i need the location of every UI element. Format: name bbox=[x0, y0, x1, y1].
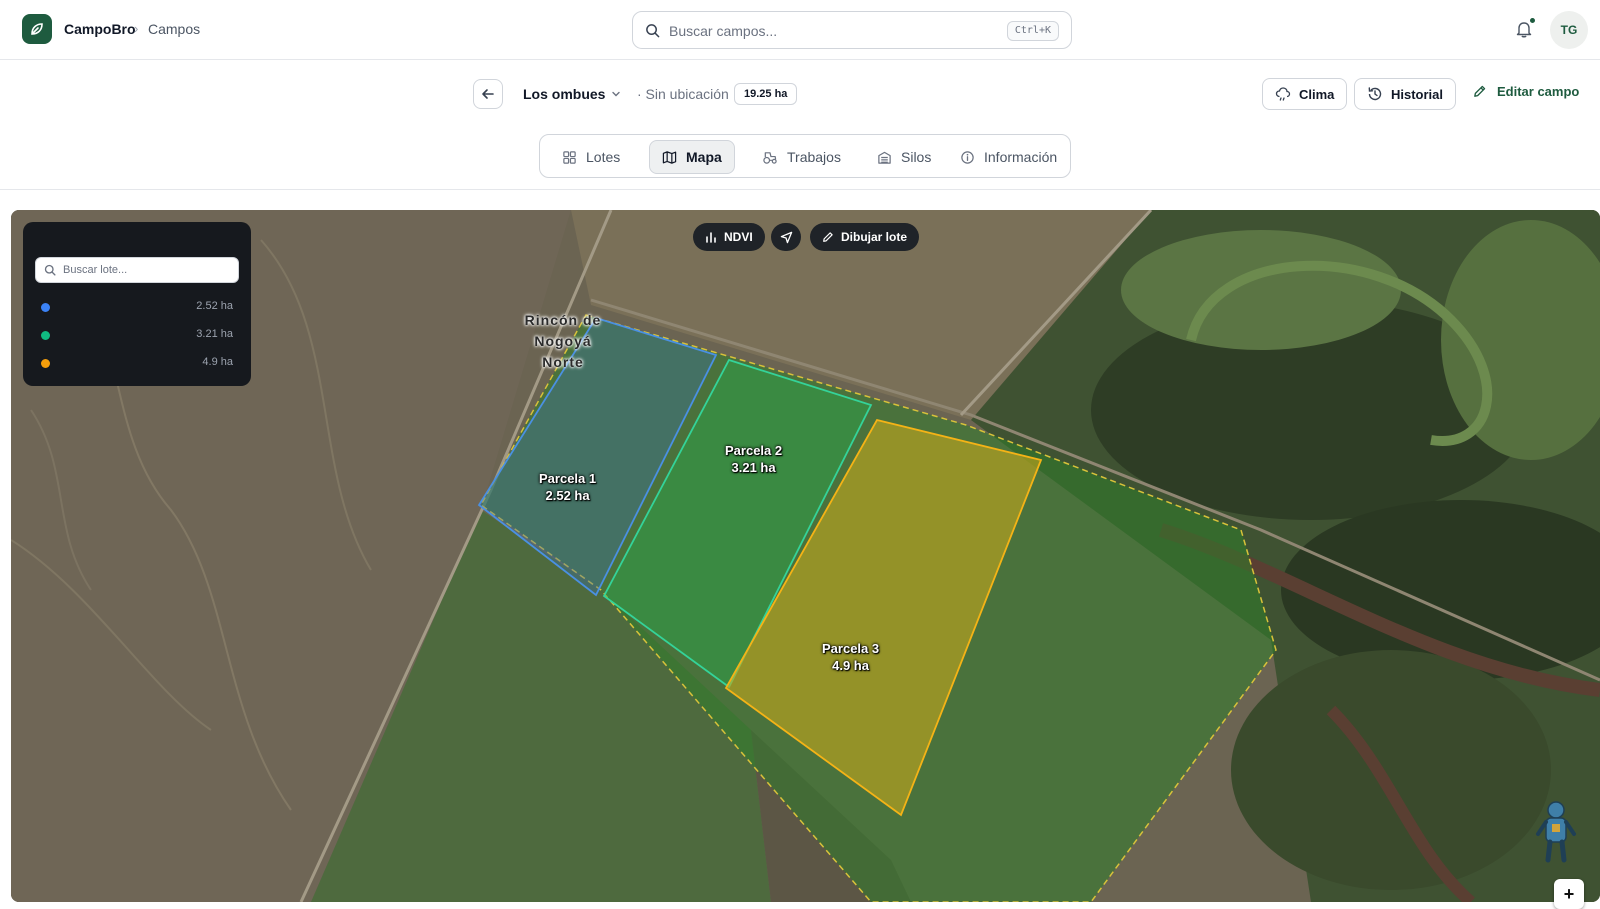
tractor-icon bbox=[763, 151, 777, 164]
tab-label: Información bbox=[984, 149, 1058, 165]
lot-search-input[interactable]: Buscar lote... bbox=[63, 264, 127, 276]
plot-area: 3.21 ha bbox=[731, 460, 776, 475]
lot-list-item[interactable]: 2.52 ha bbox=[41, 298, 233, 316]
history-label: Historial bbox=[1391, 86, 1444, 102]
lot-panel: Buscar lote... 2.52 ha 3.21 ha 4.9 ha bbox=[23, 222, 251, 386]
history-icon bbox=[1368, 87, 1382, 101]
zoom-in-button[interactable]: + bbox=[1554, 879, 1584, 909]
chevron-down-icon bbox=[612, 91, 621, 97]
draw-lot-button[interactable]: Dibujar lote bbox=[810, 223, 920, 251]
edit-field-button[interactable]: Editar campo bbox=[1472, 84, 1579, 99]
lot-area: 4.9 ha bbox=[202, 356, 233, 368]
lot-area: 2.52 ha bbox=[196, 300, 233, 312]
search-icon bbox=[44, 264, 56, 276]
tab-informacion[interactable]: Información bbox=[948, 140, 1069, 174]
lot-color-dot bbox=[41, 359, 50, 368]
info-icon bbox=[961, 150, 974, 164]
plot-name: Parcela 1 bbox=[539, 471, 597, 486]
grid-icon bbox=[563, 150, 576, 164]
edit-field-label: Editar campo bbox=[1497, 84, 1580, 99]
pegman-icon[interactable] bbox=[1532, 798, 1580, 866]
place-label: Rincón de Nogoyá Norte bbox=[524, 312, 602, 370]
plot-name: Parcela 3 bbox=[822, 641, 880, 656]
tab-silos[interactable]: Silos bbox=[865, 140, 943, 174]
arrow-left-icon bbox=[482, 89, 494, 99]
field-name: Los ombues bbox=[523, 86, 606, 102]
plot-label-2[interactable]: Parcela 2 3.21 ha bbox=[725, 442, 782, 476]
cloud-rain-icon bbox=[1275, 87, 1291, 101]
weather-button[interactable]: Clima bbox=[1262, 78, 1348, 110]
plot-name: Parcela 2 bbox=[725, 443, 783, 458]
tab-label: Silos bbox=[901, 149, 932, 165]
notification-dot bbox=[1529, 17, 1536, 24]
tab-label: Lotes bbox=[586, 149, 621, 165]
map-icon bbox=[662, 150, 677, 164]
header-divider bbox=[0, 189, 1600, 190]
weather-label: Clima bbox=[1299, 86, 1335, 102]
search-input[interactable]: Buscar campos... bbox=[669, 23, 777, 39]
lot-area: 3.21 ha bbox=[196, 328, 233, 340]
top-bar: CampoBro › Campos Buscar campos... Ctrl+… bbox=[0, 0, 1600, 60]
search-field[interactable]: Buscar campos... Ctrl+K bbox=[632, 11, 1072, 49]
pencil-icon bbox=[823, 232, 833, 242]
leaf-icon[interactable] bbox=[22, 14, 52, 44]
lot-list-item[interactable]: 4.9 ha bbox=[41, 354, 233, 372]
plot-area: 2.52 ha bbox=[545, 488, 590, 503]
ndvi-label: NDVI bbox=[724, 230, 753, 244]
breadcrumb[interactable]: Campos bbox=[148, 21, 200, 37]
pencil-icon bbox=[1474, 85, 1486, 97]
brand-name[interactable]: CampoBro bbox=[64, 21, 136, 37]
locate-button[interactable] bbox=[771, 223, 801, 251]
navigation-icon bbox=[780, 231, 792, 243]
view-tabs: Lotes Mapa Trabajos Silos Información bbox=[539, 134, 1071, 178]
bar-chart-icon bbox=[706, 232, 716, 243]
lot-color-dot bbox=[41, 331, 50, 340]
tab-label: Trabajos bbox=[787, 149, 841, 165]
breadcrumb-separator: › bbox=[134, 21, 139, 36]
lot-search-field[interactable]: Buscar lote... bbox=[35, 257, 239, 283]
tab-lotes[interactable]: Lotes bbox=[550, 140, 632, 174]
field-area-badge: 19.25 ha bbox=[734, 83, 798, 105]
search-icon bbox=[646, 24, 660, 38]
back-button[interactable] bbox=[473, 79, 503, 109]
plot-area: 4.9 ha bbox=[832, 658, 869, 673]
tab-mapa[interactable]: Mapa bbox=[649, 140, 735, 174]
shortcut-badge: Ctrl+K bbox=[1006, 21, 1059, 41]
plot-label-3[interactable]: Parcela 3 4.9 ha bbox=[822, 640, 879, 674]
lot-color-dot bbox=[41, 303, 50, 312]
field-location: · Sin ubicación bbox=[637, 86, 729, 102]
draw-lot-label: Dibujar lote bbox=[841, 230, 908, 244]
history-button[interactable]: Historial bbox=[1354, 78, 1457, 110]
tab-trabajos[interactable]: Trabajos bbox=[750, 140, 853, 174]
ndvi-button[interactable]: NDVI bbox=[693, 223, 765, 251]
lot-list-item[interactable]: 3.21 ha bbox=[41, 326, 233, 344]
field-selector[interactable]: Los ombues bbox=[523, 86, 621, 102]
silo-icon bbox=[878, 151, 891, 164]
plot-label-1[interactable]: Parcela 1 2.52 ha bbox=[539, 470, 596, 504]
avatar[interactable]: TG bbox=[1550, 11, 1588, 49]
tab-label: Mapa bbox=[686, 149, 722, 165]
satellite-map[interactable]: Rincón de Nogoyá Norte Parcela 1 2.52 ha… bbox=[11, 210, 1600, 902]
